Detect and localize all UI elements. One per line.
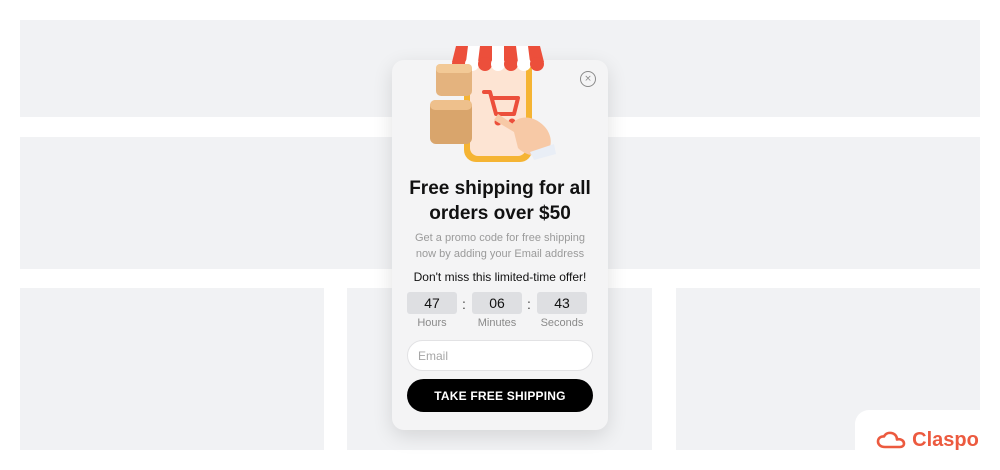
- page: × Free shipping for all orders over $50 …: [0, 0, 1000, 470]
- offer-text: Don't miss this limited-time offer!: [413, 270, 587, 284]
- brand-name: Claspo: [912, 428, 979, 451]
- timer-separator: :: [527, 296, 531, 312]
- timer-separator: :: [462, 296, 466, 312]
- brand-badge: Claspo: [855, 410, 1000, 470]
- take-free-shipping-button[interactable]: TAKE FREE SHIPPING: [407, 379, 593, 412]
- timer-minutes: 06: [472, 292, 522, 314]
- timer-seconds-label: Seconds: [540, 317, 584, 329]
- timer-minutes-label: Minutes: [477, 317, 517, 329]
- email-field[interactable]: [407, 340, 593, 371]
- timer-hours: 47: [407, 292, 457, 314]
- popup-title: Free shipping for all orders over $50: [409, 178, 591, 224]
- popup-subtitle: Get a promo code for free shipping now b…: [415, 232, 585, 260]
- timer-hours-label: Hours: [417, 317, 447, 329]
- placeholder-card-left: [20, 288, 324, 450]
- close-icon[interactable]: ×: [580, 71, 596, 87]
- shop-phone-illustration: [430, 46, 556, 162]
- cloud-logo-icon: [876, 431, 906, 449]
- timer-seconds: 43: [537, 292, 587, 314]
